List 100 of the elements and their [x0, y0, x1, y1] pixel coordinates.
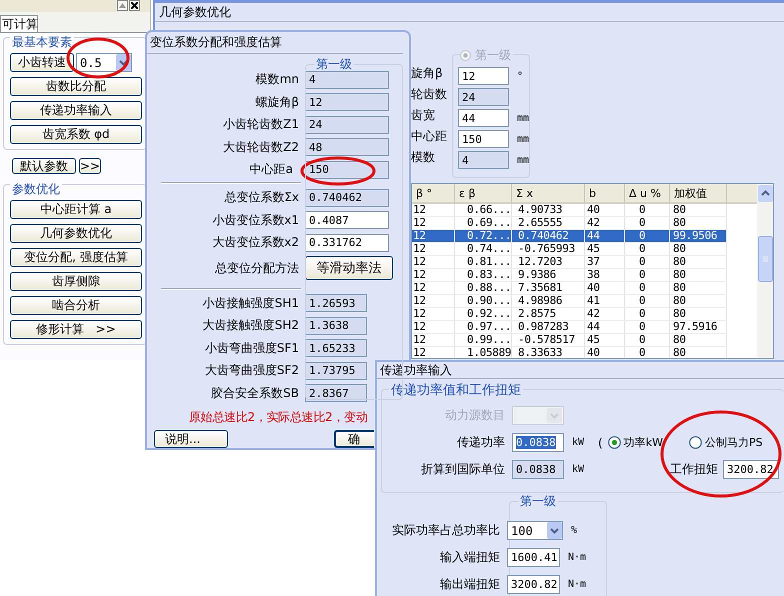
- value-field[interactable]: 48: [305, 138, 389, 156]
- value-field[interactable]: 3200.82: [507, 575, 560, 594]
- scrollbar-thumb[interactable]: [758, 236, 772, 282]
- column-header: [727, 184, 757, 204]
- unit-label: N·m: [568, 552, 586, 563]
- value-field[interactable]: 24: [458, 88, 509, 106]
- unit-label: mm: [516, 112, 529, 124]
- more-button[interactable]: >>: [79, 158, 101, 174]
- unit-label: %: [571, 525, 578, 536]
- table-cell: 12: [412, 256, 455, 269]
- close-button[interactable]: [129, 0, 140, 11]
- unit-radio[interactable]: 公制马力PS: [688, 435, 763, 450]
- up-arrow-icon: [119, 3, 126, 8]
- field-label: 总变位分配方法: [215, 260, 299, 276]
- panel-button[interactable]: 传递功率输入: [10, 101, 142, 120]
- table-cell: 80: [670, 295, 727, 308]
- table-cell: 0.72...: [455, 230, 512, 243]
- field-label: 工作扭矩: [670, 461, 718, 478]
- field-label: 中心距: [411, 128, 447, 144]
- panel-button[interactable]: 几何参数优化: [10, 224, 142, 243]
- field-label: 胶合安全系数SB: [211, 384, 299, 402]
- table-cell: 80: [670, 282, 727, 295]
- column-header[interactable]: b: [585, 184, 625, 204]
- table-cell: 80: [670, 217, 727, 230]
- column-header[interactable]: ε β: [455, 184, 512, 204]
- value-field[interactable]: 0.4087: [305, 211, 389, 229]
- unit-label: kW: [572, 437, 584, 448]
- default-params-button[interactable]: 默认参数: [12, 158, 76, 174]
- value-field[interactable]: 4: [458, 151, 509, 169]
- window-title: 几何参数优化: [155, 3, 784, 22]
- speed-button[interactable]: 小齿转速: [10, 53, 74, 72]
- table-cell: 40: [585, 204, 625, 217]
- table-cell: 44: [585, 230, 625, 243]
- table-cell: 0: [625, 243, 670, 256]
- panel-button[interactable]: 啮合分析: [10, 296, 142, 315]
- speed-dropdown[interactable]: 0.5: [76, 53, 132, 72]
- table-cell: -0.578517: [512, 334, 585, 347]
- panel-button[interactable]: 齿宽系数 φd: [10, 125, 142, 144]
- unit-label: N·m: [568, 579, 586, 590]
- value-field[interactable]: 1.26593: [305, 294, 367, 312]
- ratio-dropdown[interactable]: 100: [507, 521, 563, 540]
- panel-tab[interactable]: 可计算: [0, 15, 38, 32]
- status-message: 原始总速比2，实际总速比2，变动: [188, 409, 368, 426]
- table-cell: 80: [670, 334, 727, 347]
- table-cell: 0: [625, 256, 670, 269]
- field-label: 大齿弯曲强度SF2: [204, 362, 299, 379]
- table-cell: 0: [625, 230, 670, 243]
- value-field[interactable]: 2.8367: [305, 384, 367, 402]
- column-header[interactable]: Δ u %: [625, 184, 670, 204]
- value-field[interactable]: 44: [458, 109, 509, 127]
- value-field[interactable]: 1.3638: [305, 316, 367, 334]
- table-cell: 42: [585, 308, 625, 321]
- group-title: 参数优化: [10, 182, 62, 196]
- table-cell: 0.740462: [512, 230, 585, 243]
- power-field[interactable]: 0.0838: [512, 433, 564, 452]
- unit-radio[interactable]: 功率kW: [608, 435, 663, 450]
- panel-button[interactable]: 中心距计算 a: [10, 200, 142, 219]
- value-field[interactable]: 1.73795: [305, 362, 367, 380]
- column-header[interactable]: Σ x: [512, 184, 585, 204]
- radio-button[interactable]: [460, 50, 471, 61]
- panel-button[interactable]: 齿厚侧隙: [10, 272, 142, 291]
- panel-button[interactable]: 修形计算 >>: [10, 320, 142, 339]
- value-field[interactable]: 150: [458, 130, 509, 148]
- field-label: 旋角β: [411, 64, 443, 82]
- field-label: 大齿变位系数x2: [212, 234, 299, 251]
- column-header[interactable]: β °: [412, 184, 455, 204]
- value-field[interactable]: 24: [305, 116, 389, 134]
- table-cell: 45: [585, 243, 625, 256]
- value-field[interactable]: 0.0838: [512, 460, 564, 479]
- method-button[interactable]: 等滑动率法: [305, 256, 393, 280]
- dialog-button[interactable]: 确: [334, 430, 374, 448]
- table-cell: -0.765993: [512, 243, 585, 256]
- field-label: 模数mn: [256, 71, 299, 88]
- field-label: 折算到国际单位: [421, 461, 505, 478]
- table-cell: 0.81...: [455, 256, 512, 269]
- table-cell: 9.9386: [512, 269, 585, 282]
- value-field[interactable]: 12: [458, 67, 509, 85]
- value-field[interactable]: 1600.41: [507, 548, 560, 567]
- group-title: 传递功率值和工作扭矩: [389, 383, 523, 398]
- table-cell: 80: [670, 204, 727, 217]
- table-cell: 12: [412, 308, 455, 321]
- panel-button[interactable]: 变位分配, 强度估算: [10, 248, 142, 267]
- value-field[interactable]: 0.331762: [305, 234, 389, 252]
- panel-button[interactable]: 齿数比分配: [10, 77, 142, 96]
- torque-field[interactable]: 3200.82: [723, 460, 779, 479]
- table-cell: 12: [412, 334, 455, 347]
- dialog-button[interactable]: 说明...: [154, 430, 228, 448]
- table-cell: 12: [412, 269, 455, 282]
- value-field[interactable]: 12: [305, 93, 389, 111]
- value-field[interactable]: 150: [305, 160, 389, 178]
- table-cell: 44: [585, 321, 625, 334]
- value-field[interactable]: 4: [305, 70, 389, 88]
- column-header[interactable]: 加权值: [670, 184, 727, 204]
- table-cell: 40: [585, 347, 625, 358]
- table-cell: 97.5916: [670, 321, 727, 334]
- table-cell: 80: [670, 308, 727, 321]
- value-field[interactable]: 1.65233: [305, 339, 367, 357]
- table-cell: 12: [412, 243, 455, 256]
- field-label: 模数: [411, 148, 435, 166]
- value-field[interactable]: 0.740462: [305, 188, 389, 206]
